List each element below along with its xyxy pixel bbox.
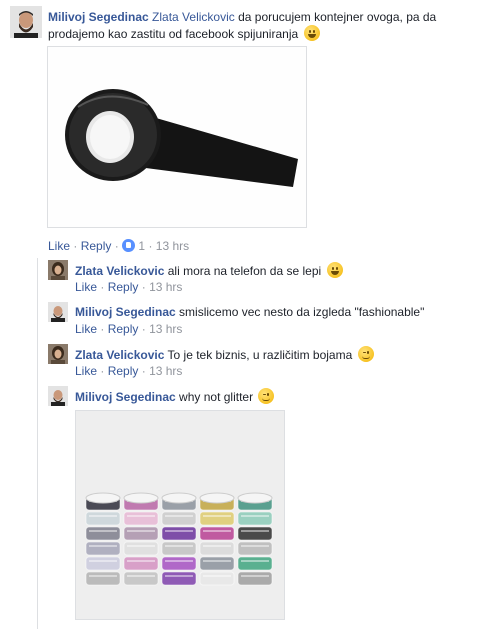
- reply-text: why not glitter: [179, 390, 254, 404]
- comment-photo-tape[interactable]: [47, 46, 307, 228]
- avatar[interactable]: [48, 260, 68, 280]
- like-link[interactable]: Like: [75, 280, 97, 294]
- mentioned-user[interactable]: Zlata Velickovic: [152, 10, 235, 24]
- like-link[interactable]: Like: [75, 322, 97, 336]
- like-reaction-icon[interactable]: [122, 239, 136, 252]
- reply-photo-glitter-tapes[interactable]: [75, 410, 285, 620]
- comment-text-line1: da porucujem kontejner ovoga, pa da: [234, 10, 437, 24]
- reply-text: ali mora na telefon da se lepi: [167, 264, 322, 278]
- avatar[interactable]: [10, 6, 42, 38]
- reply-link[interactable]: Reply: [81, 239, 112, 253]
- like-link[interactable]: Like: [75, 364, 97, 378]
- reply-thread-line: [37, 258, 38, 629]
- grinning-emoji: [303, 25, 320, 41]
- reply-actions: Like · Reply · 13 hrs: [75, 322, 183, 336]
- comment-text-line2: prodajemo kao zastitu od facebook spijun…: [48, 27, 299, 41]
- timestamp[interactable]: 13 hrs: [149, 322, 182, 336]
- avatar[interactable]: [48, 386, 68, 406]
- avatar[interactable]: [48, 302, 68, 322]
- author-name[interactable]: Zlata Velickovic: [75, 348, 164, 362]
- reply-text: To je tek biznis, u različitim bojama: [167, 348, 353, 362]
- reply-text: smislicemo vec nesto da izgleda "fashion…: [179, 305, 425, 319]
- winking-emoji: [258, 388, 275, 404]
- reply-link[interactable]: Reply: [108, 280, 139, 294]
- author-name[interactable]: Zlata Velickovic: [75, 264, 164, 278]
- timestamp[interactable]: 13 hrs: [149, 280, 182, 294]
- timestamp[interactable]: 13 hrs: [156, 239, 189, 253]
- author-name[interactable]: Milivoj Segedinac: [48, 10, 149, 24]
- comment-text: Milivoj Segedinac Zlata Velickovic da po…: [48, 9, 468, 25]
- winking-emoji: [357, 346, 374, 362]
- comment-actions: Like · Reply · 1 · 13 hrs: [48, 239, 190, 253]
- reply-actions: Like · Reply · 13 hrs: [75, 280, 183, 294]
- author-name[interactable]: Milivoj Segedinac: [75, 390, 176, 404]
- timestamp[interactable]: 13 hrs: [149, 364, 182, 378]
- reaction-count[interactable]: 1: [138, 239, 145, 253]
- reply-link[interactable]: Reply: [108, 364, 139, 378]
- avatar[interactable]: [48, 344, 68, 364]
- reply-link[interactable]: Reply: [108, 322, 139, 336]
- reply-actions: Like · Reply · 13 hrs: [75, 364, 183, 378]
- grinning-emoji: [326, 262, 343, 278]
- author-name[interactable]: Milivoj Segedinac: [75, 305, 176, 319]
- like-link[interactable]: Like: [48, 239, 70, 253]
